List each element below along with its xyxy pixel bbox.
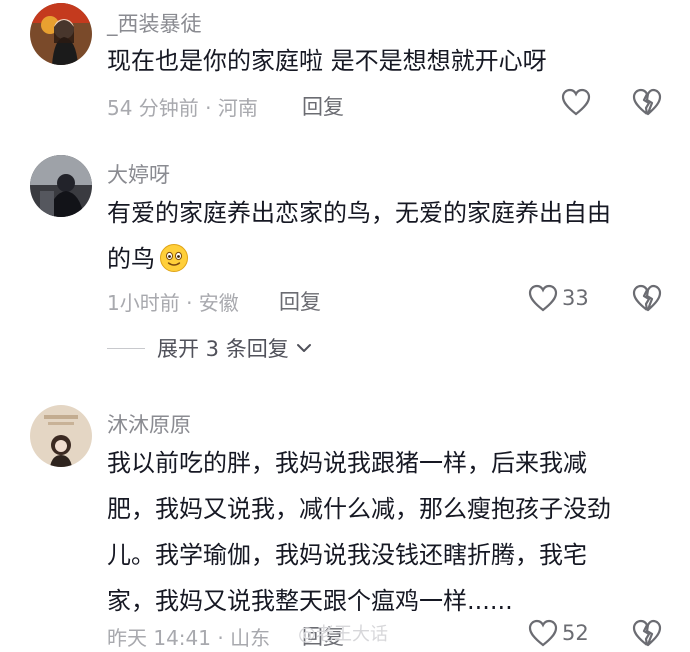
watermark: @老王大话 — [298, 620, 388, 646]
comment-text-line: 儿。我学瑜伽，我妈说我没钱还瞎折腾，我宅 — [107, 541, 587, 569]
reply-button[interactable]: 回复 — [302, 91, 344, 121]
timestamp-location: 昨天 14:41 · 山东 — [107, 626, 271, 650]
like-button[interactable]: 33 — [528, 284, 589, 312]
chevron-down-icon — [296, 344, 311, 352]
smiling-face-emoji — [160, 244, 188, 272]
username[interactable]: _西装暴徒 — [107, 8, 202, 38]
heart-outline-icon — [561, 88, 591, 116]
comment-text-line: 家，我妈又说我整天跟个瘟鸡一样...... — [107, 587, 513, 615]
comment-text-line: 有爱的家庭养出恋家的鸟，无爱的家庭养出自由 — [107, 199, 611, 227]
comment-text-fragment: 的鸟 — [107, 245, 155, 273]
dislike-button[interactable] — [632, 88, 662, 120]
expand-replies-button[interactable]: 展开 3 条回复 — [107, 333, 313, 363]
comment-text-line: 我以前吃的胖，我妈说我跟猪一样，后来我减 — [107, 449, 587, 477]
avatar[interactable] — [30, 3, 92, 65]
comment-text: 有爱的家庭养出恋家的鸟，无爱的家庭养出自由 的鸟 — [107, 190, 667, 282]
broken-heart-icon — [632, 284, 662, 312]
timestamp-location: 54 分钟前 · 河南 — [107, 96, 258, 120]
timestamp-location: 1小时前 · 安徽 — [107, 291, 239, 315]
dislike-button[interactable] — [632, 284, 662, 316]
heart-outline-icon — [528, 619, 558, 647]
expand-replies-label: 展开 3 条回复 — [157, 337, 289, 361]
comment-text-line: 的鸟 — [107, 236, 667, 282]
comment-text-line: 现在也是你的家庭啦 是不是想想就开心呀 — [107, 47, 547, 75]
comment-text-line: 肥，我妈又说我，减什么减，那么瘦抱孩子没劲 — [107, 495, 611, 523]
avatar[interactable] — [30, 155, 92, 217]
comment-text: 现在也是你的家庭啦 是不是想想就开心呀 — [107, 38, 667, 84]
comment-text: 我以前吃的胖，我妈说我跟猪一样，后来我减 肥，我妈又说我，减什么减，那么瘦抱孩子… — [107, 440, 667, 624]
username[interactable]: 沐沐原原 — [107, 409, 191, 439]
divider — [107, 347, 145, 349]
like-count: 33 — [562, 286, 589, 310]
like-count: 52 — [562, 621, 589, 645]
heart-outline-icon — [528, 284, 558, 312]
broken-heart-icon — [632, 619, 662, 647]
like-button[interactable]: 52 — [528, 619, 589, 647]
reply-button[interactable]: 回复 — [279, 286, 321, 316]
broken-heart-icon — [632, 88, 662, 116]
watermark-text: @老王大话 — [298, 624, 388, 645]
like-button[interactable] — [561, 88, 591, 116]
username[interactable]: 大婷呀 — [107, 159, 170, 189]
dislike-button[interactable] — [632, 619, 662, 651]
avatar[interactable] — [30, 405, 92, 467]
